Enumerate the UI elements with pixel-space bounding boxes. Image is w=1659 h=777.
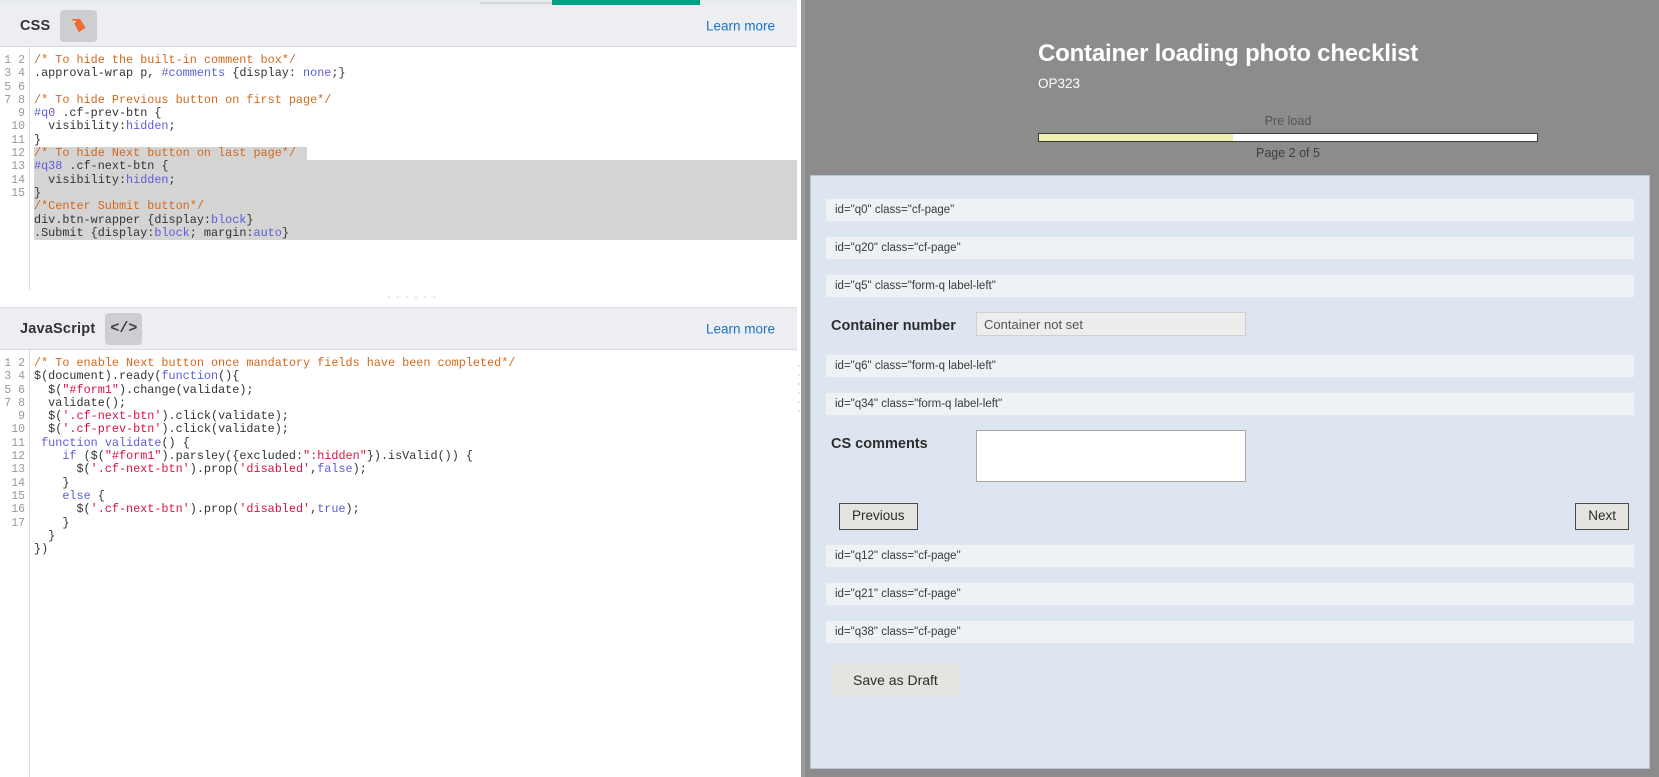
css-learn-more-link[interactable]: Learn more [706,18,775,33]
meta-row-text: id="q12" class="cf-page" [835,550,961,562]
form-preview-pane: Container loading photo checklist OP323 … [801,0,1659,777]
js-panel-title: JavaScript [20,321,95,337]
css-editor-panel: CSS Learn more 1 2 3 4 5 6 7 8 9 10 11 1… [0,5,797,290]
progress-caption: Pre load [1038,113,1538,129]
container-number-input[interactable] [976,312,1246,336]
pane-splitter-grip-icon [798,365,800,412]
css-panel-title: CSS [20,18,50,34]
editor-splitter[interactable] [0,290,797,308]
form-header: Container loading photo checklist OP323 [801,0,1659,91]
meta-row-q6: id="q6" class="form-q label-left" [825,354,1635,378]
js-learn-more-link[interactable]: Learn more [706,321,775,336]
field-container-number: Container number [825,312,1635,336]
save-as-draft-button[interactable]: Save as Draft [831,664,960,696]
tag-icon [69,16,88,35]
css-code-area[interactable]: 1 2 3 4 5 6 7 8 9 10 11 12 13 14 15 /* T… [0,47,797,290]
editors-pane: CSS Learn more 1 2 3 4 5 6 7 8 9 10 11 1… [0,0,797,777]
meta-row-text: id="q34" class="form-q label-left" [835,398,1002,410]
meta-row-q21: id="q21" class="cf-page" [825,582,1635,606]
tab-indicator-inactive[interactable] [480,2,552,4]
meta-row-text: id="q5" class="form-q label-left" [835,280,996,292]
next-button[interactable]: Next [1575,503,1629,530]
code-icon: </> [110,320,137,337]
meta-row-q34: id="q34" class="form-q label-left" [825,392,1635,416]
field-cs-comments: CS comments [825,430,1635,482]
form-inner: id="q0" class="cf-page" id="q20" class="… [811,176,1649,696]
form-subtitle: OP323 [1038,76,1508,91]
meta-row-text: id="q6" class="form-q label-left" [835,360,996,372]
form-title: Container loading photo checklist [1038,40,1508,68]
previous-button[interactable]: Previous [839,503,918,530]
css-panel-header: CSS Learn more [0,5,797,47]
code-icon-button[interactable]: </> [105,313,142,345]
draft-row: Save as Draft [825,658,1635,696]
tag-icon-button[interactable] [60,10,97,42]
css-code-content[interactable]: /* To hide the built-in comment box*/.ap… [30,47,797,290]
meta-row-q20: id="q20" class="cf-page" [825,236,1635,260]
meta-row-q0: id="q0" class="cf-page" [825,198,1635,222]
meta-row-text: id="q21" class="cf-page" [835,588,961,600]
progress-bar [1038,133,1538,142]
js-code-area[interactable]: 1 2 3 4 5 6 7 8 9 10 11 12 13 14 15 16 1… [0,350,797,777]
javascript-editor-panel: JavaScript </> Learn more 1 2 3 4 5 6 7 … [0,308,797,777]
progress-page-label: Page 2 of 5 [1038,145,1538,162]
meta-row-q38: id="q38" class="cf-page" [825,620,1635,644]
field-label: CS comments [831,430,976,452]
progress-bar-fill [1039,134,1233,141]
progress-block: Pre load Page 2 of 5 [1038,113,1538,162]
cs-comments-textarea[interactable] [976,430,1246,482]
css-gutter: 1 2 3 4 5 6 7 8 9 10 11 12 13 14 15 [0,47,30,290]
meta-row-text: id="q20" class="cf-page" [835,242,961,254]
splitter-grip-icon [388,296,435,298]
meta-row-text: id="q38" class="cf-page" [835,626,961,638]
js-panel-header: JavaScript </> Learn more [0,308,797,350]
js-code-content[interactable]: /* To enable Next button once mandatory … [30,350,797,777]
field-label: Container number [831,312,976,334]
form-body: id="q0" class="cf-page" id="q20" class="… [810,175,1650,769]
meta-row-text: id="q0" class="cf-page" [835,204,954,216]
preview-left-rail [801,0,805,777]
js-gutter: 1 2 3 4 5 6 7 8 9 10 11 12 13 14 15 16 1… [0,350,30,777]
meta-row-q5: id="q5" class="form-q label-left" [825,274,1635,298]
code-preview-app: CSS Learn more 1 2 3 4 5 6 7 8 9 10 11 1… [0,0,1659,777]
meta-row-q12: id="q12" class="cf-page" [825,544,1635,568]
form-nav-row: Previous Next [825,500,1635,540]
